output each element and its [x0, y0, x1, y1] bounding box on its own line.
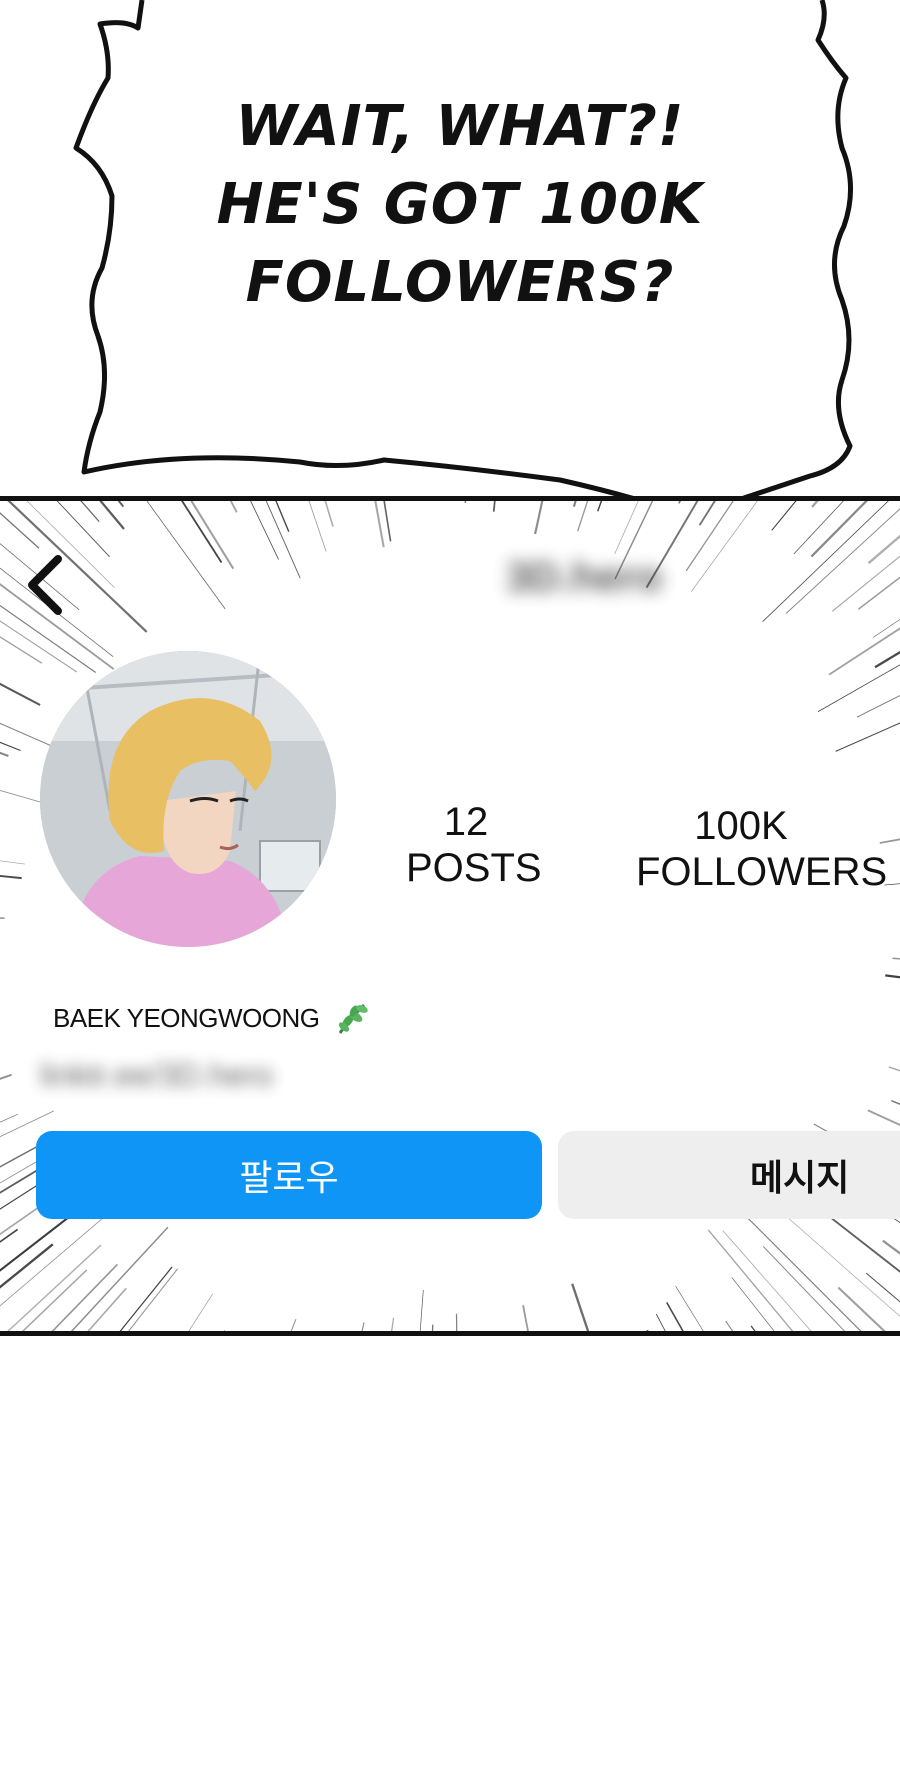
profile-name: BAEK YEONGWOONG: [53, 1002, 320, 1033]
profile-handle: 3D.hero: [506, 553, 663, 600]
message-button[interactable]: 메시지: [558, 1131, 900, 1219]
profile-panel: 3D.hero 12 POSTS 100K FOLLOWERS BAEK YEO…: [0, 496, 900, 1336]
posts-count: 12: [443, 800, 489, 844]
followers-stat[interactable]: 100K FOLLOWERS: [636, 803, 888, 895]
avatar[interactable]: [40, 651, 336, 947]
bubble-line-3: FOLLOWERS?: [245, 250, 675, 315]
back-chevron-icon[interactable]: [22, 549, 72, 619]
profile-link[interactable]: linktr.ee/3D.hero: [40, 1057, 273, 1094]
followers-label: FOLLOWERS: [636, 850, 888, 894]
bubble-line-2: HE'S GOT 100K: [216, 172, 704, 237]
posts-stat[interactable]: 12 POSTS: [406, 799, 542, 891]
profile-name-row: BAEK YEONGWOONG: [53, 999, 372, 1037]
followers-count: 100K: [694, 804, 788, 848]
herb-icon: [338, 1003, 368, 1034]
posts-label: POSTS: [406, 846, 542, 890]
follow-button[interactable]: 팔로우: [36, 1131, 542, 1219]
speech-bubble-text: WAIT, WHAT?! HE'S GOT 100K FOLLOWERS?: [200, 88, 720, 322]
bubble-line-1: WAIT, WHAT?!: [235, 94, 685, 159]
